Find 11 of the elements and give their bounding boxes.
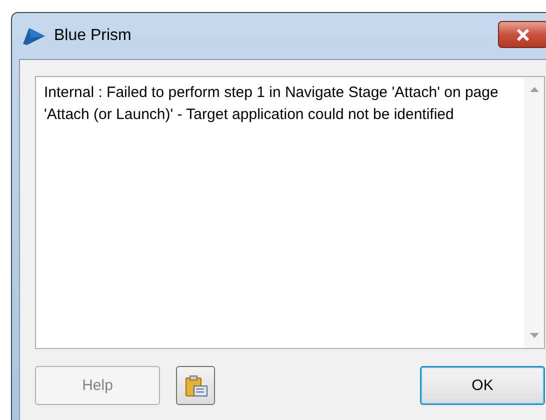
error-message: Internal : Failed to perform step 1 in Navigate Stage 'Attach' on page 'Attach (or Launch)' - Target application could not be identified [43,83,500,125]
close-icon [515,28,531,40]
close-button[interactable] [498,21,546,48]
app-logo-icon [21,26,47,46]
scroll-down-icon[interactable] [530,333,538,338]
scroll-up-icon[interactable] [530,87,538,92]
copy-button[interactable] [176,366,215,405]
clipboard-icon [184,374,208,398]
scrollbar[interactable] [524,77,544,348]
ok-button[interactable]: OK [420,366,545,405]
window-title: Blue Prism [54,27,132,45]
